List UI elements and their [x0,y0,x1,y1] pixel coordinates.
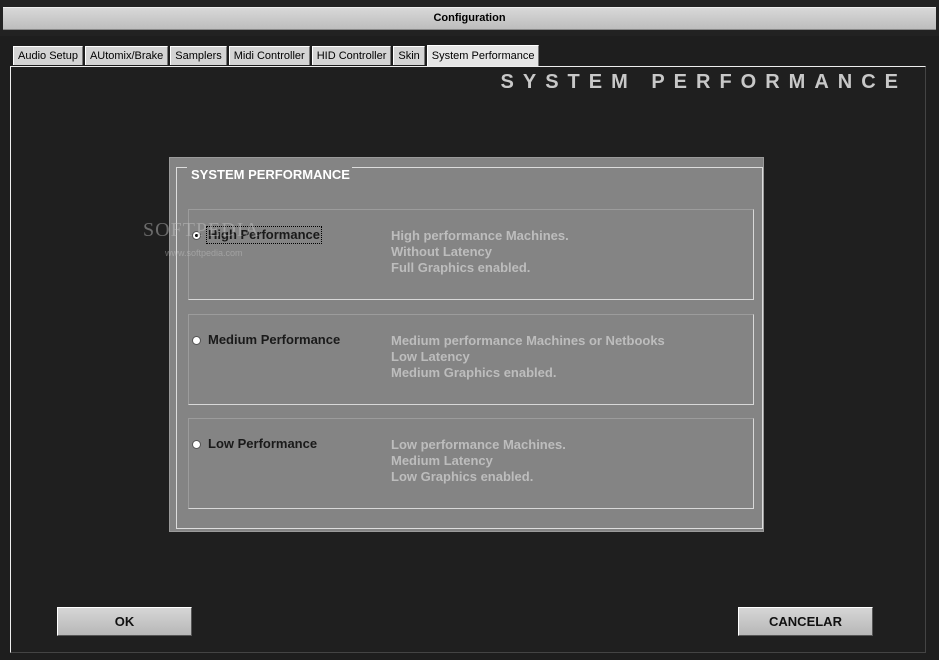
title-bar: Configuration [0,0,939,36]
ok-button[interactable]: OK [57,607,192,636]
description-medium-performance: Medium performance Machines or Netbooks … [391,333,665,381]
description-line: High performance Machines. [391,228,569,243]
cancel-button[interactable]: CANCELAR [738,607,873,636]
radio-low-performance[interactable] [192,440,201,449]
description-high-performance: High performance Machines. Without Laten… [391,228,569,276]
description-line: Without Latency [391,244,492,259]
description-line: Medium Latency [391,453,493,468]
watermark-logo: SOFTPEDIA [143,219,260,241]
description-line: Medium performance Machines or Netbooks [391,333,665,348]
description-low-performance: Low performance Machines. Medium Latency… [391,437,566,485]
description-line: Low performance Machines. [391,437,566,452]
description-line: Low Latency [391,349,470,364]
page-title: SYSTEM PERFORMANCE [500,71,907,93]
window-title: Configuration [3,7,936,30]
tab-skin[interactable]: Skin [393,46,425,65]
watermark-url: www.softpedia.com [165,248,243,258]
tab-automix-brake[interactable]: AUtomix/Brake [84,46,169,65]
tab-hid-controller[interactable]: HID Controller [311,46,392,65]
option-medium-performance: Medium Performance Medium performance Ma… [188,314,754,405]
option-high-performance: High Performance High performance Machin… [188,209,754,300]
tab-samplers[interactable]: Samplers [170,46,227,65]
tab-midi-controller[interactable]: Midi Controller [228,46,310,65]
description-line: Medium Graphics enabled. [391,365,557,380]
description-line: Low Graphics enabled. [391,469,534,484]
tab-strip: Audio Setup AUtomix/Brake Samplers Midi … [13,45,540,66]
radio-medium-performance[interactable] [192,336,201,345]
tab-system-performance[interactable]: System Performance [426,45,540,66]
option-low-performance: Low Performance Low performance Machines… [188,418,754,509]
label-low-performance[interactable]: Low Performance [207,436,318,452]
tab-audio-setup[interactable]: Audio Setup [13,46,83,65]
description-line: Full Graphics enabled. [391,260,531,275]
label-medium-performance[interactable]: Medium Performance [207,332,341,348]
group-legend: SYSTEM PERFORMANCE [187,167,352,183]
